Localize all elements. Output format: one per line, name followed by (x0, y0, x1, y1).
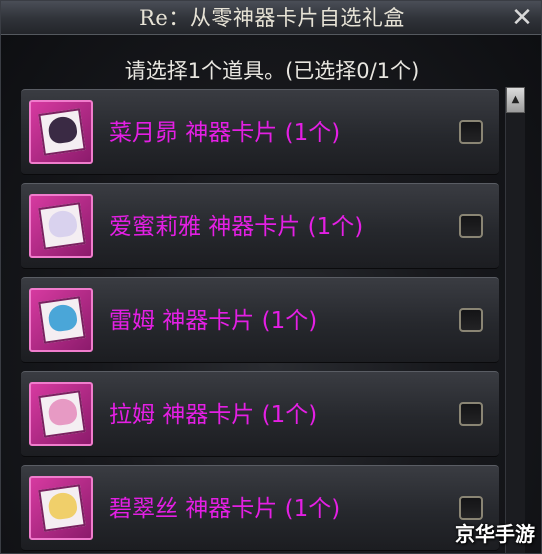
item-checkbox[interactable] (459, 496, 483, 520)
scroll-up-icon[interactable]: ▲ (506, 87, 525, 113)
list-item-ram[interactable]: 拉姆 神器卡片 (1个) (21, 371, 499, 457)
card-face (38, 484, 86, 532)
item-checkbox[interactable] (459, 308, 483, 332)
card-face (38, 390, 86, 438)
card-face (38, 296, 86, 344)
list-item-rem[interactable]: 雷姆 神器卡片 (1个) (21, 277, 499, 363)
list-item-beatrice[interactable]: 碧翠丝 神器卡片 (1个) (21, 465, 499, 551)
card-ram-icon (29, 382, 93, 446)
watermark: 京华手游 (455, 522, 535, 546)
item-label: 雷姆 神器卡片 (1个) (109, 308, 318, 334)
gift-box-dialog: Re：从零神器卡片自选礼盒 ✕ 请选择1个道具。(已选择0/1个) 菜月昴 神器… (0, 0, 542, 554)
dialog-title: Re：从零神器卡片自选礼盒 (139, 6, 405, 30)
item-label: 拉姆 神器卡片 (1个) (109, 402, 318, 428)
portrait (47, 209, 79, 239)
portrait (47, 491, 79, 521)
selection-prompt: 请选择1个道具。(已选择0/1个) (124, 59, 420, 83)
card-face (38, 202, 86, 250)
item-checkbox[interactable] (459, 214, 483, 238)
item-label: 菜月昴 神器卡片 (1个) (109, 120, 341, 146)
portrait (47, 303, 79, 333)
close-icon[interactable]: ✕ (507, 4, 537, 32)
item-checkbox[interactable] (459, 120, 483, 144)
item-label: 碧翠丝 神器卡片 (1个) (109, 496, 341, 522)
card-beatrice-icon (29, 476, 93, 540)
card-face (38, 108, 86, 156)
card-natsuki-subaru-icon (29, 100, 93, 164)
item-checkbox[interactable] (459, 402, 483, 426)
portrait (47, 397, 79, 427)
title-bar[interactable]: Re：从零神器卡片自选礼盒 ✕ (1, 1, 541, 35)
list-item-subaru[interactable]: 菜月昴 神器卡片 (1个) (21, 89, 499, 175)
list-item-emilia[interactable]: 爱蜜莉雅 神器卡片 (1个) (21, 183, 499, 269)
item-label: 爱蜜莉雅 神器卡片 (1个) (109, 214, 364, 240)
item-list: 菜月昴 神器卡片 (1个) 爱蜜莉雅 神器卡片 (1个) 雷姆 神器卡片 (1个… (21, 89, 499, 553)
scrollbar[interactable]: ▲ (505, 87, 525, 553)
portrait (47, 115, 79, 145)
card-rem-icon (29, 288, 93, 352)
card-emilia-icon (29, 194, 93, 258)
